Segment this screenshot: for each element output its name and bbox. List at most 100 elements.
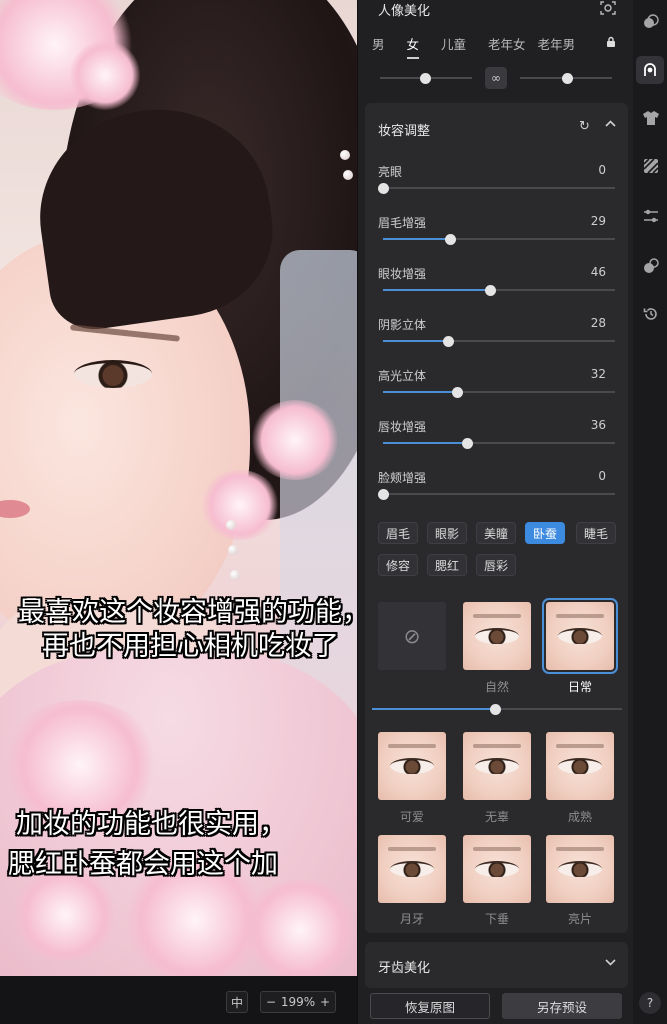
preset-thumb-daily[interactable] [542,598,618,674]
preset-label: 亮片 [567,912,592,926]
zoom-out-button[interactable]: − [266,995,276,1009]
preset-label: 无辜 [484,810,509,824]
teeth-section-title: 牙齿美化 [378,961,431,976]
reset-original-button[interactable]: 恢复原图 [370,993,490,1019]
preset-label-selected: 日常 [567,680,592,694]
color-icon[interactable] [641,12,661,32]
face-detect-icon[interactable] [600,0,616,20]
slider-value: 28 [590,316,606,330]
reset-icon[interactable]: ↻ [579,119,590,134]
top-slider-left[interactable] [380,73,472,84]
makeup-slider[interactable] [378,489,615,500]
save-preset-button[interactable]: 另存预设 [502,993,622,1019]
preset-label: 可爱 [399,810,424,824]
chip-blush[interactable]: 腮红 [427,554,468,576]
tab-child[interactable]: 儿童 [441,34,466,53]
makeup-slider[interactable] [383,234,615,245]
slider-label: 唇妆增强 [378,420,427,434]
texture-icon[interactable] [641,156,661,176]
preset-thumb-innocent[interactable] [463,732,531,800]
history-icon[interactable] [641,304,661,324]
link-icon[interactable]: ∞ [485,67,507,89]
slider-fill [372,708,495,710]
preset-label: 成熟 [567,810,592,824]
chip-eyebag[interactable]: 卧蚕 [525,522,566,544]
portrait-icon[interactable] [636,56,664,84]
chip-eyeshadow[interactable]: 眼影 [427,522,468,544]
pearl [340,150,350,160]
preset-intensity-slider[interactable] [372,704,622,715]
top-slider-right[interactable] [520,73,612,84]
slider-knob[interactable] [452,387,463,398]
chevron-down-icon[interactable] [604,956,617,973]
preset-thumb-mature[interactable] [546,732,614,800]
portrait-beautify-title: 人像美化 [378,4,431,19]
preset-thumb-cute[interactable] [378,732,446,800]
preset-label: 月牙 [399,912,424,926]
makeup-slider[interactable] [383,387,615,398]
slider-knob[interactable] [462,438,473,449]
flower [70,40,140,110]
preset-thumb-crescent[interactable] [378,835,446,903]
tool-sidebar: ? [633,0,667,1024]
preset-thumb-glitter[interactable] [546,835,614,903]
chip-lipgloss[interactable]: 唇彩 [476,554,517,576]
pearl [343,170,353,180]
preset-label: 自然 [484,680,509,694]
slider-knob[interactable] [378,183,389,194]
photo-eye [74,360,152,388]
help-icon[interactable]: ? [639,992,661,1014]
makeup-section-title: 妆容调整 [378,124,431,139]
no-effect-icon[interactable]: ⊘ [378,602,446,670]
chip-contacts[interactable]: 美瞳 [476,522,517,544]
caption-bottom-line2: 腮红卧蚕都会用这个加 [8,849,278,880]
slider-knob[interactable] [378,489,389,500]
slider-fill [383,340,448,342]
makeup-slider[interactable] [383,438,615,449]
slider-fill [383,289,490,291]
slider-value: 36 [590,418,606,432]
slider-value: 32 [590,367,606,381]
preset-label: 下垂 [484,912,509,926]
makeup-slider[interactable] [378,183,615,194]
tab-male[interactable]: 男 [372,34,385,53]
slider-knob[interactable] [490,704,501,715]
slider-label: 高光立体 [378,369,427,383]
slider-label: 亮眼 [378,165,403,179]
chevron-up-icon[interactable] [604,117,617,134]
caption-top-line1: 最喜欢这个妆容增强的功能， [18,597,369,628]
chip-contour[interactable]: 修容 [378,554,419,576]
fit-screen-button[interactable]: 中 [226,991,248,1013]
chip-lashes[interactable]: 睫毛 [576,522,617,544]
tab-elderly-male[interactable]: 老年男 [538,34,576,53]
slider-value: 46 [590,265,606,279]
makeup-slider[interactable] [383,336,615,347]
slider-knob[interactable] [420,73,431,84]
slider-fill [383,238,450,240]
slider-value: 0 [598,163,606,177]
preset-thumb-natural[interactable] [463,602,531,670]
chip-brow[interactable]: 眉毛 [378,522,419,544]
zoom-in-button[interactable]: + [320,995,330,1009]
slider-knob[interactable] [445,234,456,245]
slider-fill [383,391,457,393]
lock-icon[interactable] [606,36,616,50]
flower [240,880,357,976]
preset-thumb-droopy[interactable] [463,835,531,903]
caption-bottom-line1: 加妆的功能也很实用， [16,809,286,840]
slider-knob[interactable] [562,73,573,84]
caption-top-line2: 再也不用担心相机吃妆了 [42,631,339,662]
slider-label: 阴影立体 [378,318,427,332]
slider-knob[interactable] [443,336,454,347]
slider-label: 眼妆增强 [378,267,427,281]
adjust-icon[interactable] [641,206,661,226]
makeup-slider[interactable] [383,285,615,296]
slider-value: 0 [598,469,606,483]
tab-elderly-female[interactable]: 老年女 [488,34,526,53]
pearl [226,520,236,530]
tab-female[interactable]: 女 [406,34,419,59]
slider-knob[interactable] [485,285,496,296]
clothing-icon[interactable] [641,108,661,128]
blend-icon[interactable] [641,256,661,276]
pearl [228,545,238,555]
